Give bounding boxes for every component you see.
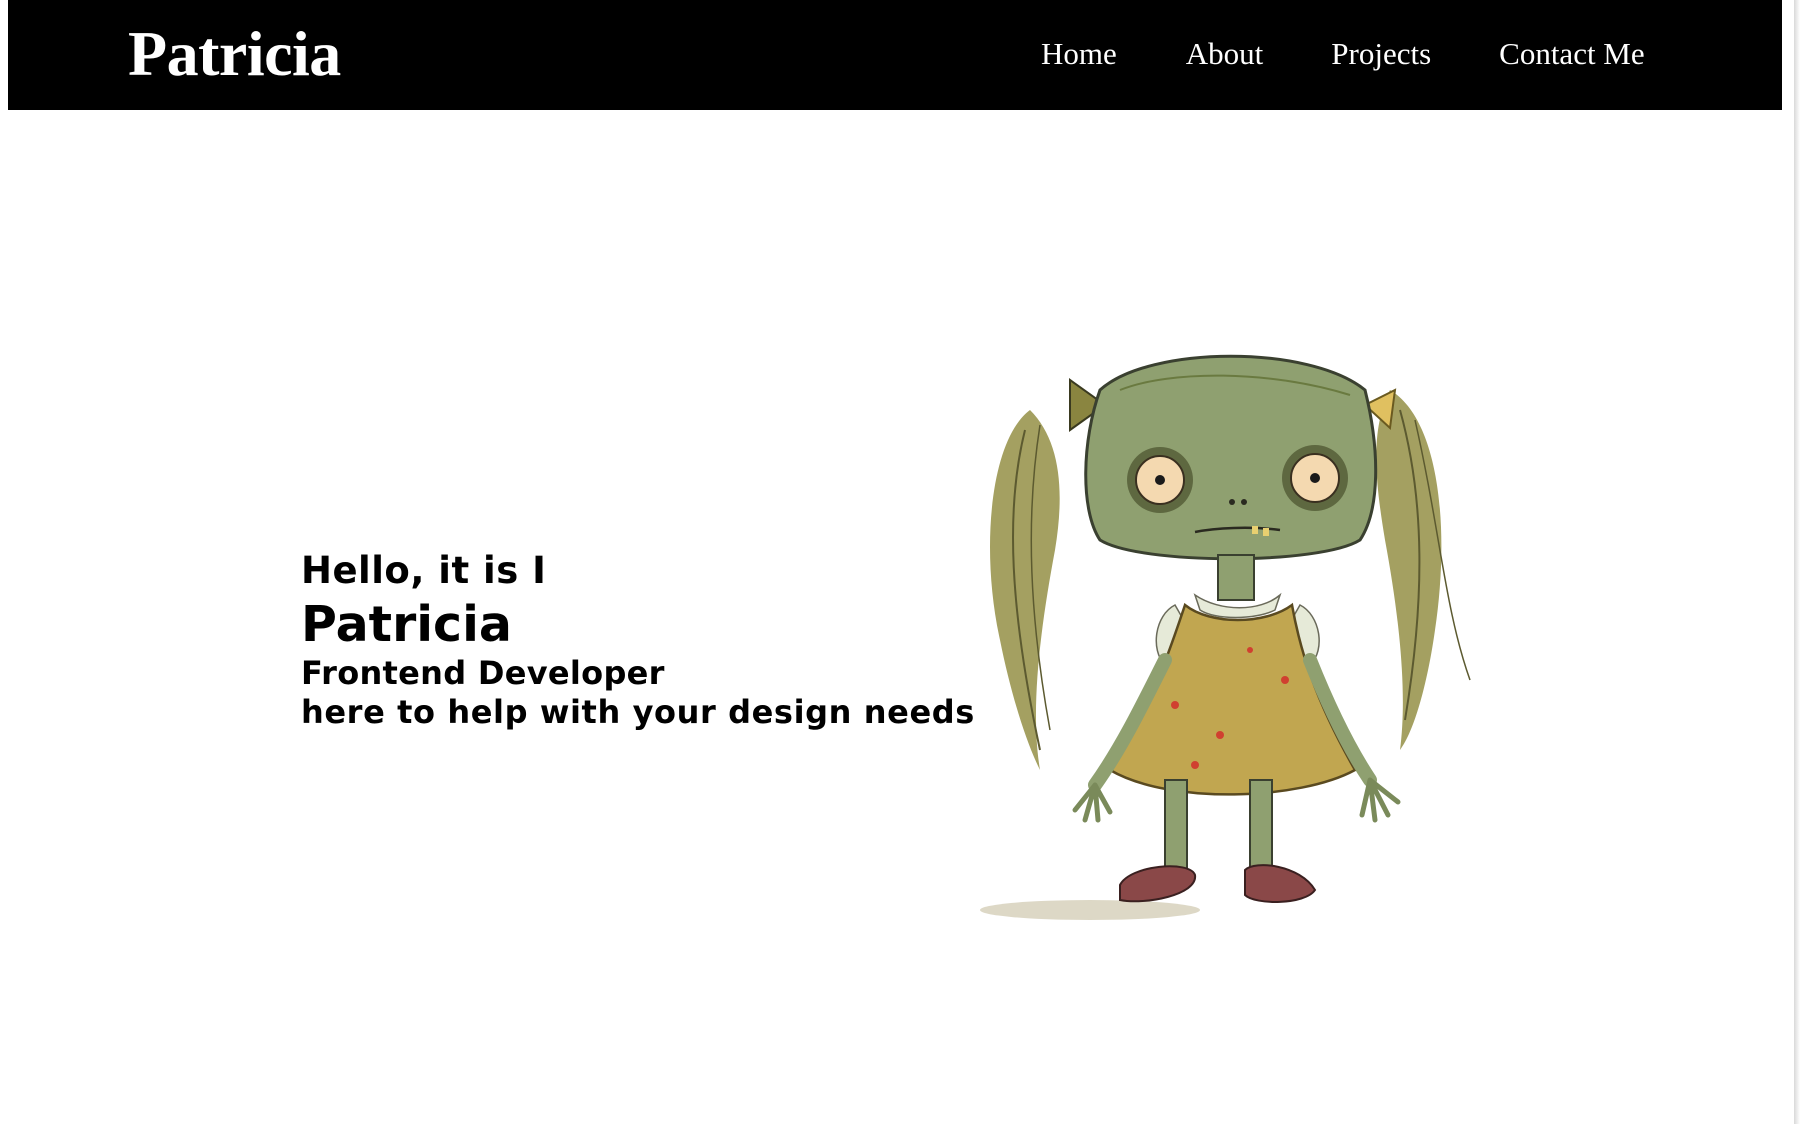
nav-link-projects[interactable]: Projects (1331, 36, 1431, 72)
nav-link-home[interactable]: Home (1041, 36, 1117, 72)
hero-role: Frontend Developer (301, 654, 665, 692)
nav-link-contact[interactable]: Contact Me (1499, 36, 1645, 72)
nav-link-about[interactable]: About (1186, 36, 1264, 72)
navbar: Patricia Home About Projects Contact Me (8, 0, 1782, 110)
hero-intro: Hello, it is I Patricia Frontend Develop… (301, 545, 975, 731)
hero-greeting: Hello, it is I (301, 549, 547, 592)
hero-name: Patricia (301, 596, 512, 653)
window-edge (1794, 0, 1800, 1124)
hero-tagline: here to help with your design needs (301, 693, 975, 731)
page: Patricia Home About Projects Contact Me … (0, 0, 1800, 1124)
brand-logo[interactable]: Patricia (128, 14, 341, 94)
zombie-girl-illustration (980, 354, 1471, 920)
nav-menu: Home About Projects Contact Me (1041, 36, 1645, 72)
